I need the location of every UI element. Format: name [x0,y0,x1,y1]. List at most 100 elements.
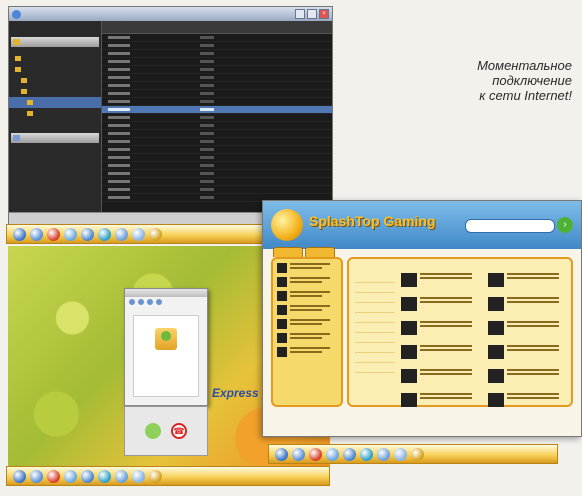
game-item[interactable] [401,321,480,335]
file-row[interactable] [102,66,332,74]
dock-app-icon[interactable] [81,469,94,483]
dock-app-icon[interactable] [132,227,145,241]
game-item[interactable] [488,321,567,335]
tree-item[interactable] [9,75,101,86]
category-item[interactable] [355,303,395,313]
dock-app-icon[interactable] [115,469,128,483]
game-item[interactable] [277,277,337,287]
dock-app-icon[interactable] [64,469,77,483]
tree-item[interactable] [9,53,101,64]
dock-app-icon[interactable] [30,469,43,483]
dock-app-icon[interactable] [394,447,407,461]
file-row[interactable] [102,42,332,50]
category-item[interactable] [355,333,395,343]
toolbar-icon[interactable] [129,299,135,305]
game-item[interactable] [277,263,337,273]
maximize-button[interactable] [307,9,317,19]
category-item[interactable] [355,283,395,293]
game-thumbnail [277,305,287,315]
game-item[interactable] [401,297,480,311]
file-row[interactable] [102,154,332,162]
dock-app-icon[interactable] [98,227,111,241]
dock-app-icon[interactable] [377,447,390,461]
file-row[interactable] [102,146,332,154]
close-button[interactable]: × [319,9,329,19]
dock-app-icon[interactable] [98,469,111,483]
tree-item[interactable] [9,64,101,75]
file-row[interactable] [102,122,332,130]
file-row[interactable] [102,98,332,106]
file-row[interactable] [102,186,332,194]
sidebar-section-header[interactable] [11,37,99,47]
game-item[interactable] [277,319,337,329]
dock-app-icon[interactable] [343,447,356,461]
category-item[interactable] [355,353,395,363]
game-item[interactable] [401,273,480,287]
game-item[interactable] [401,393,480,407]
messenger-dialog [124,288,208,406]
dock-app-icon[interactable] [149,227,162,241]
dock-app-icon[interactable] [149,469,162,483]
category-item[interactable] [355,363,395,373]
tree-item[interactable] [9,86,101,97]
game-item[interactable] [277,305,337,315]
dock-app-icon[interactable] [47,227,60,241]
game-item[interactable] [277,291,337,301]
file-row[interactable] [102,178,332,186]
end-call-button[interactable]: ☎ [171,423,187,439]
dock-app-icon[interactable] [326,447,339,461]
file-row-selected[interactable] [102,106,332,114]
folder-icon [27,111,33,116]
game-item[interactable] [401,369,480,383]
sidebar-section-header[interactable] [11,133,99,143]
file-row[interactable] [102,90,332,98]
game-item[interactable] [488,393,567,407]
toolbar-icon[interactable] [156,299,162,305]
category-item[interactable] [355,293,395,303]
game-item[interactable] [277,333,337,343]
file-row[interactable] [102,114,332,122]
category-item[interactable] [355,343,395,353]
file-row[interactable] [102,58,332,66]
toolbar-icon[interactable] [138,299,144,305]
category-item[interactable] [355,323,395,333]
file-row[interactable] [102,74,332,82]
category-item[interactable] [355,313,395,323]
game-item[interactable] [401,345,480,359]
dock-app-icon[interactable] [13,227,26,241]
file-row[interactable] [102,138,332,146]
dock-app-icon[interactable] [275,447,288,461]
file-row[interactable] [102,34,332,42]
search-button[interactable]: › [557,217,573,233]
dock-app-icon[interactable] [309,447,322,461]
dock-app-icon[interactable] [292,447,305,461]
minimize-button[interactable] [295,9,305,19]
answer-call-button[interactable] [145,423,161,439]
file-row[interactable] [102,162,332,170]
dock-app-icon[interactable] [47,469,60,483]
dock-app-icon[interactable] [115,227,128,241]
tab[interactable] [305,247,335,257]
file-row[interactable] [102,130,332,138]
tree-item-selected[interactable] [9,97,101,108]
game-item[interactable] [277,347,337,357]
tree-item[interactable] [9,108,101,119]
game-item[interactable] [488,297,567,311]
tab[interactable] [273,247,303,257]
file-row[interactable] [102,170,332,178]
file-row[interactable] [102,50,332,58]
game-item[interactable] [488,273,567,287]
dock-app-icon[interactable] [132,469,145,483]
search-input[interactable] [465,219,555,233]
dock-app-icon[interactable] [81,227,94,241]
dock-app-icon[interactable] [64,227,77,241]
dock-app-icon[interactable] [13,469,26,483]
dock-app-icon[interactable] [360,447,373,461]
dock-app-icon[interactable] [411,447,424,461]
file-row[interactable] [102,82,332,90]
toolbar-icon[interactable] [147,299,153,305]
category-item[interactable] [355,273,395,283]
game-item[interactable] [488,345,567,359]
dock-app-icon[interactable] [30,227,43,241]
game-item[interactable] [488,369,567,383]
